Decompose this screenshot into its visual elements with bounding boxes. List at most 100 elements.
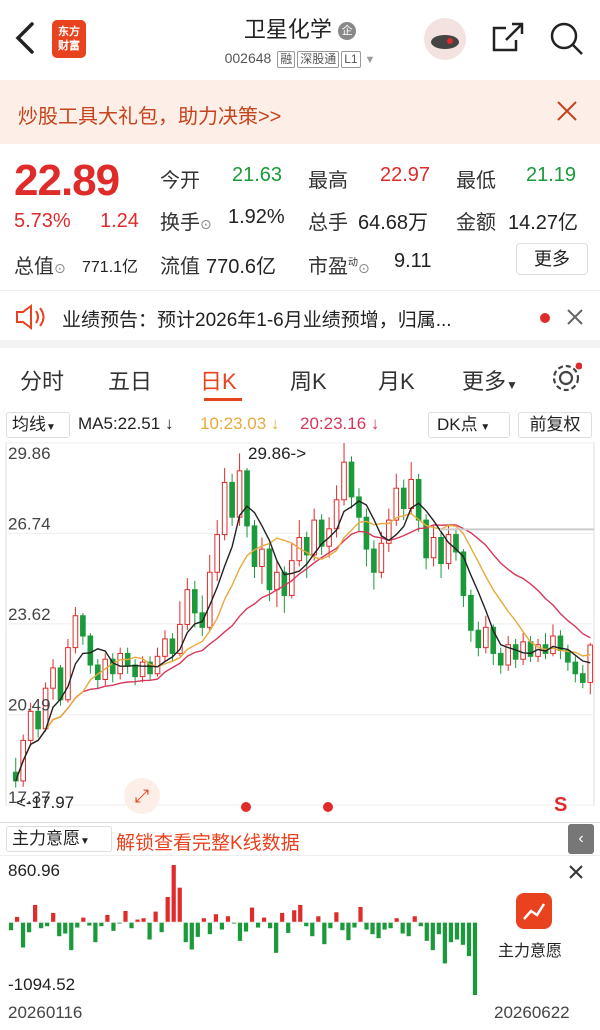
close-promo-icon[interactable] — [568, 864, 584, 885]
flow-bar-out — [129, 922, 134, 929]
candle-down — [512, 644, 519, 660]
flow-bar-out — [243, 922, 249, 932]
share-icon[interactable] — [490, 20, 526, 61]
flow-selector-label: 主力意愿 — [12, 829, 80, 848]
flow-bar-in — [33, 904, 38, 923]
info-icon[interactable]: ⊙ — [54, 260, 66, 276]
speaker-icon — [14, 303, 46, 336]
candle-down — [132, 664, 138, 678]
expand-icon[interactable]: ⤢ — [124, 778, 160, 814]
flow-bar-out — [448, 922, 453, 943]
unlock-link[interactable]: 解锁查看完整K线数据 — [116, 828, 300, 855]
ma10-line — [15, 512, 591, 782]
tab-five-day[interactable]: 五日 — [108, 364, 152, 396]
dropdown-caret-icon[interactable]: ▼ — [365, 54, 376, 66]
flow-bar-out — [304, 922, 309, 927]
collapse-arrow-icon[interactable]: ‹ — [568, 824, 594, 854]
header-bar: 东方 财富 卫星化学 企 002648 融深股通 L1 ▼ — [0, 0, 600, 78]
tab-intraday[interactable]: 分时 — [20, 364, 64, 396]
more-button[interactable]: 更多 — [516, 243, 588, 275]
flow-bar-out — [111, 922, 116, 931]
event-dot — [241, 802, 251, 812]
amount-label: 金额 — [456, 212, 496, 234]
pe-sup: 动 — [348, 257, 358, 269]
flow-bar-out — [207, 922, 212, 935]
candle-down — [579, 673, 586, 683]
flow-bar-out — [352, 922, 357, 928]
flow-bar-out — [75, 922, 80, 928]
candle-up — [520, 641, 526, 660]
flow-bar-out — [322, 922, 327, 945]
flow-bar-out — [57, 922, 62, 937]
candle-up — [139, 661, 146, 678]
enterprise-badge: 企 — [338, 22, 357, 41]
start-date-label: 20260116 — [8, 1003, 83, 1022]
y-tick-label: 23.62 — [8, 605, 51, 624]
flow-bar-in — [292, 910, 297, 923]
y-tick-label: 29.86 — [8, 444, 51, 463]
promo-banner-text[interactable]: 炒股工具大礼包，助力决策>> — [18, 100, 281, 129]
pe-label-text: 市盈 — [308, 256, 348, 278]
max-price-annotation: 29.86-> — [248, 444, 307, 463]
tab-more[interactable]: 更多▼ — [462, 364, 518, 396]
settings-gear-icon[interactable] — [550, 362, 583, 399]
candle-up — [259, 548, 265, 567]
flow-bar-out — [26, 922, 32, 933]
mktcap-label-text: 总值 — [14, 256, 54, 278]
candle-down — [468, 594, 474, 631]
volume-label: 总手 — [308, 212, 348, 234]
flow-bar-out — [466, 922, 472, 957]
close-notice-icon[interactable] — [566, 308, 584, 331]
candle-down — [438, 536, 444, 565]
flow-selector[interactable]: 主力意愿▼ — [6, 826, 112, 852]
info-icon[interactable]: ⊙ — [200, 216, 212, 232]
flow-bar-in — [123, 910, 128, 923]
min-price-annotation: <-17.97 — [16, 793, 75, 812]
flow-bar-in — [358, 906, 363, 923]
ma5-line — [15, 500, 591, 782]
candle-down — [527, 641, 534, 657]
close-icon[interactable] — [556, 100, 578, 127]
flow-bar-out — [195, 922, 200, 937]
flow-bar-out — [99, 922, 104, 927]
candle-up — [72, 615, 79, 649]
candle-down — [80, 615, 86, 637]
flow-bar-out — [147, 922, 152, 940]
notice-text[interactable]: 业绩预告：预计2026年1-6月业绩预增，归属... — [62, 305, 452, 332]
candle-down — [244, 470, 250, 527]
mktcap-value: 771.1亿 — [82, 259, 139, 276]
candle-down — [251, 525, 258, 567]
turnover-value: 1.92% — [228, 206, 285, 228]
tab-daily-k[interactable]: 日K — [200, 364, 237, 396]
sell-signal-icon: S — [554, 794, 568, 816]
flow-bar-out — [39, 922, 44, 929]
flow-bar-in — [225, 916, 231, 923]
mktcap-label: 总值⊙ — [14, 250, 66, 279]
flow-bar-out — [237, 922, 243, 941]
candle-down — [191, 589, 198, 614]
flow-bar-out — [454, 922, 460, 940]
y-tick-label: 20.49 — [8, 696, 51, 715]
search-icon[interactable] — [548, 20, 584, 61]
flow-bar-in — [177, 887, 182, 923]
candle-up — [162, 638, 168, 657]
tab-weekly-k[interactable]: 周K — [290, 364, 327, 396]
ma20-line — [15, 524, 591, 782]
candle-down — [348, 461, 355, 498]
change-percent: 5.73% — [14, 210, 71, 232]
high-label: 最高 — [308, 170, 348, 192]
low-label: 最低 — [456, 170, 496, 192]
flow-bar-in — [298, 904, 303, 923]
info-icon[interactable]: ⊙ — [358, 260, 370, 276]
flow-bar-out — [8, 922, 14, 931]
flow-bar-out — [328, 922, 333, 929]
candle-up — [274, 571, 280, 591]
flow-bar-in — [51, 912, 56, 923]
flow-bar-out — [460, 922, 466, 945]
candle-down — [57, 667, 64, 701]
tab-monthly-k[interactable]: 月K — [378, 364, 415, 396]
flow-min-label: -1094.52 — [8, 975, 76, 994]
flow-bar-in — [153, 911, 158, 923]
avatar[interactable] — [424, 18, 466, 60]
flow-bar-out — [45, 922, 50, 927]
